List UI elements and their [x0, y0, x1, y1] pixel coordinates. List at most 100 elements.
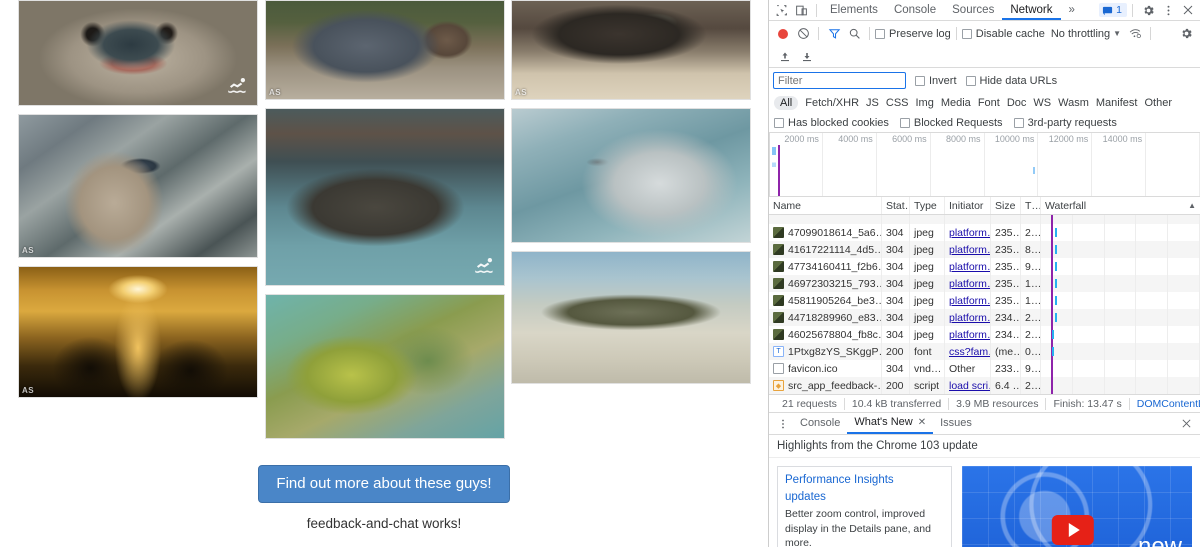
import-har-icon[interactable] — [775, 47, 795, 66]
cell-initiator[interactable]: css?fam… — [945, 343, 991, 360]
tab-elements[interactable]: Elements — [822, 0, 886, 20]
type-filter-font[interactable]: Font — [978, 97, 1000, 109]
cell-initiator[interactable]: platform… — [945, 326, 991, 343]
request-name: 47734160411_f2b6… — [788, 261, 882, 273]
type-filter-ws[interactable]: WS — [1033, 97, 1051, 109]
type-filter-css[interactable]: CSS — [886, 97, 909, 109]
cell-initiator[interactable]: platform… — [945, 275, 991, 292]
type-filter-media[interactable]: Media — [941, 97, 971, 109]
type-filter-wasm[interactable]: Wasm — [1058, 97, 1089, 109]
disable-cache-checkbox[interactable]: Disable cache — [962, 28, 1045, 40]
type-filter-img[interactable]: Img — [916, 97, 934, 109]
table-row[interactable]: 46025678804_fb8c… 304 jpeg platform… 234… — [769, 326, 1200, 343]
table-row[interactable]: T 1Ptxg8zYS_SKggP… 200 font css?fam… (me… — [769, 343, 1200, 360]
preserve-log-label: Preserve log — [889, 28, 951, 40]
waterfall-grid — [1041, 292, 1200, 309]
close-drawer-icon[interactable] — [1176, 414, 1196, 433]
messages-badge-icon[interactable]: 1 — [1099, 3, 1127, 17]
whale-shark-photo-image — [266, 109, 504, 285]
cell-size: 234… — [991, 326, 1021, 343]
galapagos-tortoise-photo[interactable]: AS — [265, 0, 505, 100]
drawer-tab-whats-new[interactable]: What's New ✕ — [847, 413, 933, 434]
type-filter-all[interactable]: All — [774, 96, 798, 110]
drawer-tab-console[interactable]: Console — [793, 413, 847, 434]
third-party-requests-checkbox[interactable]: 3rd-party requests — [1014, 117, 1117, 129]
cell-initiator[interactable]: platform… — [945, 241, 991, 258]
cell-initiator[interactable]: platform… — [945, 292, 991, 309]
network-settings-gear-icon[interactable] — [1176, 24, 1196, 43]
leafy-sea-dragon-photo[interactable] — [265, 294, 505, 439]
red-footed-booby-photo[interactable]: AS — [18, 114, 258, 258]
whats-new-video-thumbnail[interactable]: new — [962, 466, 1192, 547]
whale-shark-photo[interactable] — [265, 108, 505, 286]
find-out-more-button[interactable]: Find out more about these guys! — [258, 465, 509, 503]
preserve-log-checkbox[interactable]: Preserve log — [875, 28, 951, 40]
table-row[interactable]: ◆ src_app_feedback-… 200 script load scr… — [769, 377, 1200, 394]
tab-network[interactable]: Network — [1002, 0, 1060, 20]
column-header-name[interactable]: Name — [769, 197, 882, 214]
manta-ray-photo[interactable] — [511, 108, 751, 243]
type-filter-doc[interactable]: Doc — [1007, 97, 1027, 109]
close-tab-icon[interactable]: ✕ — [918, 412, 926, 433]
table-row[interactable]: 47099018614_5a6… 304 jpeg platform… 235…… — [769, 224, 1200, 241]
cell-status: 304 — [882, 275, 910, 292]
clear-network-log-icon[interactable] — [793, 24, 813, 43]
table-row[interactable]: 41617221114_4d5… 304 jpeg platform… 235…… — [769, 241, 1200, 258]
sea-lions-sunset-photo[interactable]: AS — [18, 266, 258, 398]
cell-initiator[interactable]: platform… — [945, 224, 991, 241]
cell-waterfall — [1041, 377, 1200, 394]
blocked-requests-checkbox[interactable]: Blocked Requests — [900, 117, 1003, 129]
table-row[interactable]: 45811905264_be3… 304 jpeg platform… 235…… — [769, 292, 1200, 309]
settings-gear-icon[interactable] — [1138, 1, 1158, 20]
tab-console[interactable]: Console — [886, 0, 944, 20]
column-header-waterfall[interactable]: Waterfall ▲ — [1041, 197, 1200, 214]
type-filter-fetch-xhr[interactable]: Fetch/XHR — [805, 97, 859, 109]
drawer-tab-issues[interactable]: Issues — [933, 413, 979, 434]
drawer-more-options-icon[interactable] — [773, 414, 793, 433]
column-header-size[interactable]: Size — [991, 197, 1021, 214]
play-button-icon[interactable] — [1052, 515, 1094, 545]
search-icon[interactable] — [844, 24, 864, 43]
zebra-shark-photo[interactable] — [511, 251, 751, 384]
close-devtools-icon[interactable] — [1178, 1, 1198, 20]
table-row[interactable] — [769, 215, 1200, 224]
column-header-time[interactable]: T… — [1021, 197, 1041, 214]
column-header-initiator[interactable]: Initiator — [945, 197, 991, 214]
hide-data-urls-checkbox[interactable]: Hide data URLs — [966, 75, 1058, 87]
filter-input[interactable] — [773, 72, 906, 89]
more-options-icon[interactable] — [1158, 1, 1178, 20]
marine-iguana-photo[interactable]: AS — [511, 0, 751, 100]
card-title-line2[interactable]: updates — [785, 489, 944, 506]
cell-initiator[interactable]: load scri… — [945, 377, 991, 394]
invert-checkbox[interactable]: Invert — [915, 75, 957, 87]
whats-new-card[interactable]: Performance Insights updates Better zoom… — [777, 466, 952, 547]
throttling-dropdown[interactable]: No throttling ▼ — [1051, 28, 1121, 40]
device-toolbar-icon[interactable] — [791, 1, 811, 20]
table-row[interactable]: 47734160411_f2b6… 304 jpeg platform… 235… — [769, 258, 1200, 275]
export-har-icon[interactable] — [797, 47, 817, 66]
inspect-element-icon[interactable] — [771, 1, 791, 20]
record-button-icon[interactable] — [773, 24, 793, 43]
table-row[interactable]: favicon.ico 304 vnd… Other 233… 9… — [769, 360, 1200, 377]
tab-sources[interactable]: Sources — [944, 0, 1002, 20]
type-filter-manifest[interactable]: Manifest — [1096, 97, 1138, 109]
zebra-shark-photo-image — [512, 252, 750, 383]
column-header-type[interactable]: Type — [910, 197, 945, 214]
cell-initiator[interactable]: platform… — [945, 309, 991, 326]
koala-photo[interactable] — [18, 0, 258, 106]
column-header-status[interactable]: Stat… — [882, 197, 910, 214]
type-filter-other[interactable]: Other — [1144, 97, 1172, 109]
filter-icon[interactable] — [824, 24, 844, 43]
network-conditions-icon[interactable] — [1125, 24, 1145, 43]
type-filter-js[interactable]: JS — [866, 97, 879, 109]
photo-credit-tag: AS — [22, 386, 34, 395]
card-title-line1[interactable]: Performance Insights — [785, 472, 944, 489]
waterfall-dcl-line — [1051, 309, 1053, 326]
cell-type: jpeg — [910, 275, 945, 292]
table-row[interactable]: 46972303215_793… 304 jpeg platform… 235…… — [769, 275, 1200, 292]
table-row[interactable]: 44718289960_e83… 304 jpeg platform… 234…… — [769, 309, 1200, 326]
more-tabs-icon[interactable]: » — [1061, 0, 1083, 20]
cell-initiator[interactable]: platform… — [945, 258, 991, 275]
network-overview-timeline[interactable]: 2000 ms 4000 ms 6000 ms 8000 ms 10000 ms… — [769, 133, 1200, 197]
has-blocked-cookies-checkbox[interactable]: Has blocked cookies — [774, 117, 889, 129]
